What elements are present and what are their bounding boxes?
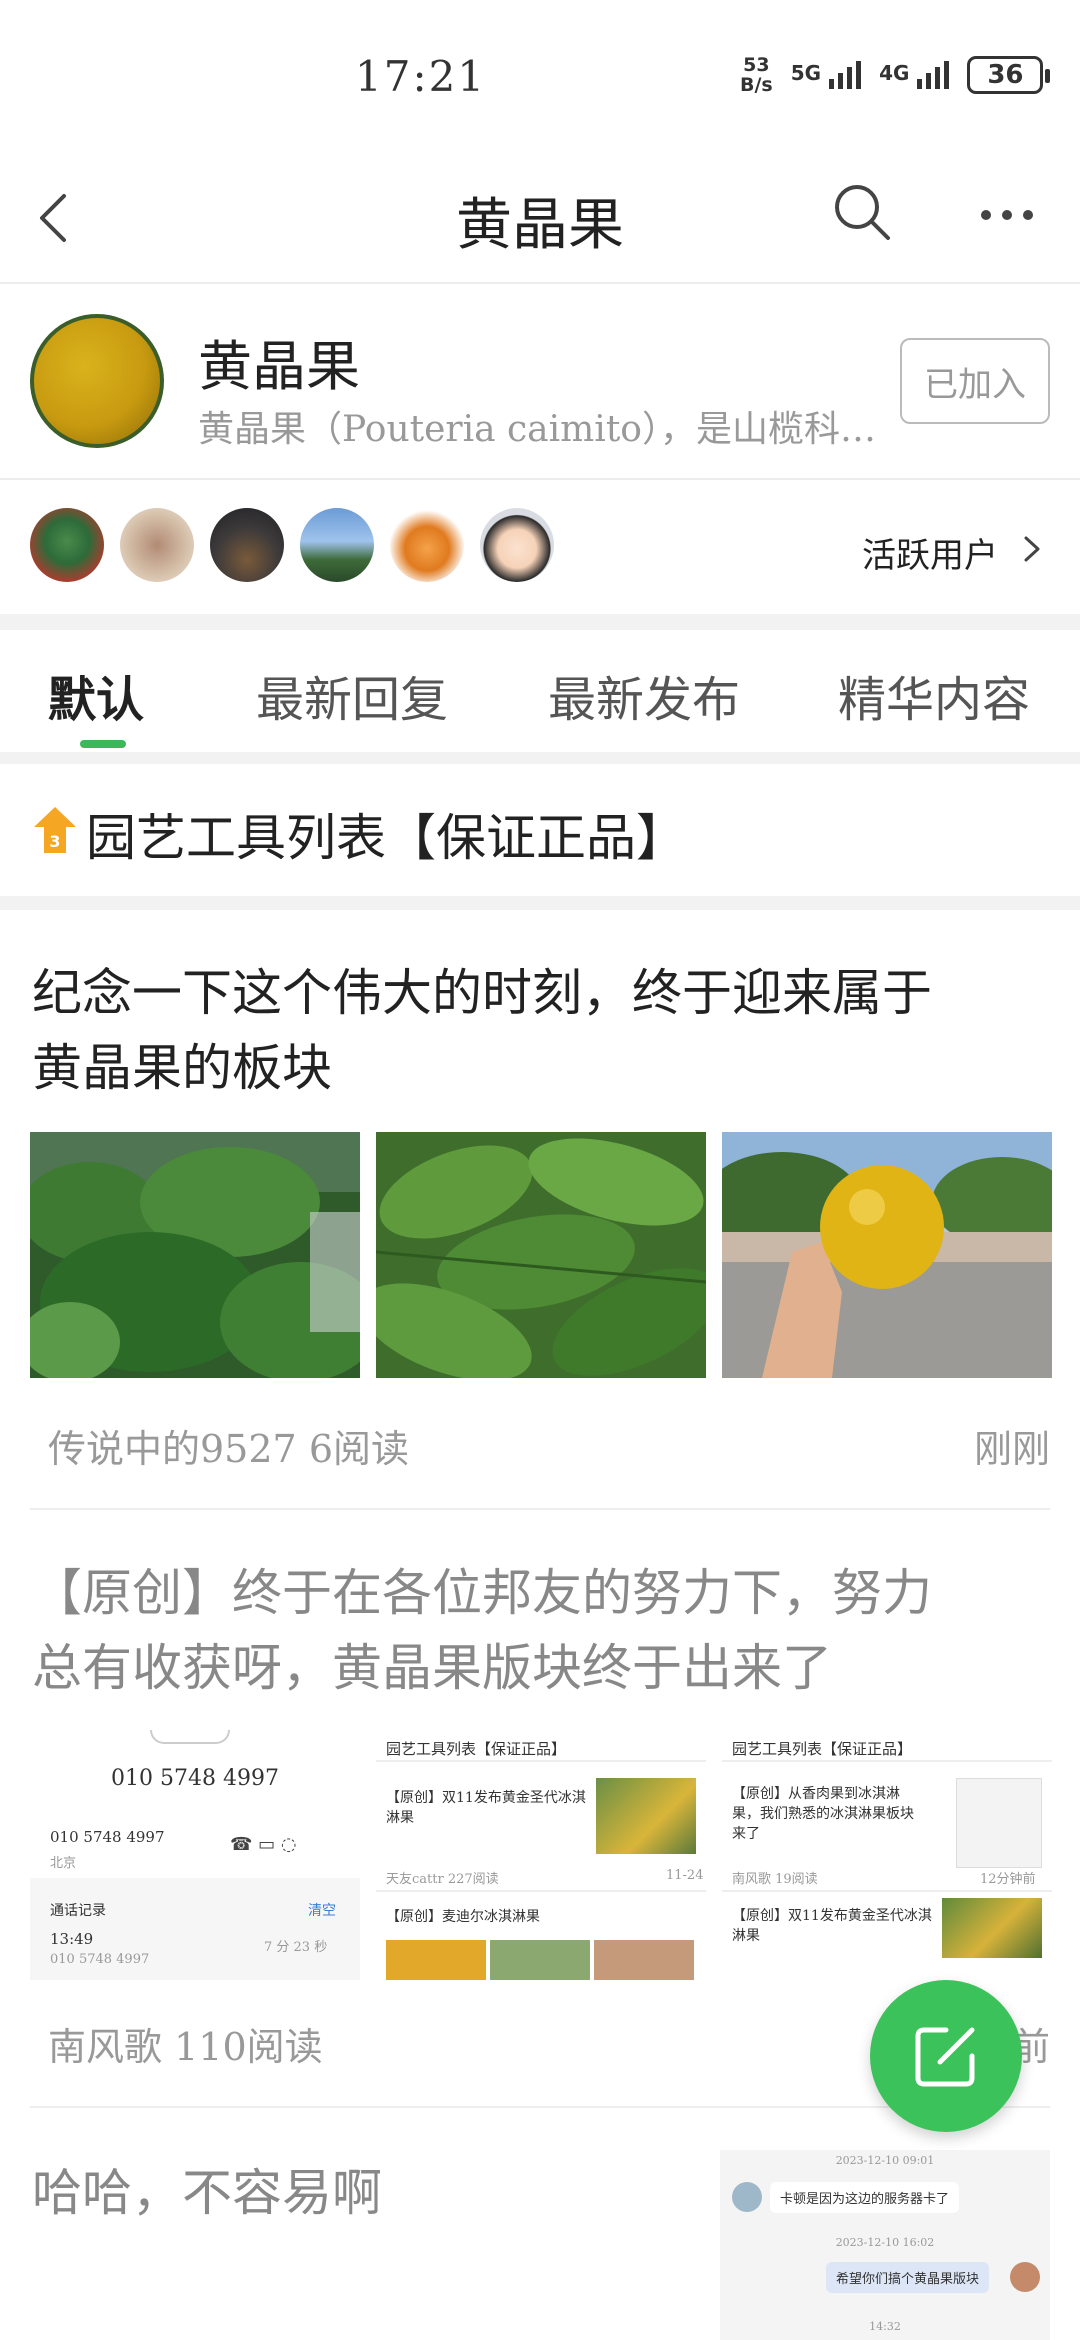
- shot-message: 希望你们搞个黄晶果版块: [826, 2262, 990, 2293]
- shot-item: 【原创】双11发布黄金圣代冰淇淋果: [386, 1790, 586, 1826]
- shot-item: 【原创】从香肉果到冰淇淋果，我们熟悉的冰淇淋果板块来了: [732, 1786, 914, 1842]
- shot-item: 【原创】双11发布黄金圣代冰淇淋果: [732, 1908, 932, 1944]
- post-time: 刚刚: [973, 1427, 1050, 1471]
- battery-level: 36: [987, 60, 1024, 90]
- post-image[interactable]: [376, 1132, 706, 1378]
- post-image[interactable]: 2023-12-10 09:01 卡顿是因为这边的服务器卡了 2023-12-1…: [720, 2150, 1050, 2340]
- network-speed: 53 B/s: [740, 55, 773, 95]
- tab-latest-post[interactable]: 最新发布: [548, 660, 740, 730]
- signal-5g-label: 5G: [790, 61, 822, 85]
- compose-button[interactable]: [870, 1980, 1022, 2132]
- post-image[interactable]: 园艺工具列表【保证正品】 【原创】从香肉果到冰淇淋果，我们熟悉的冰淇淋果板块来了…: [722, 1730, 1052, 1980]
- shot-number-small: 010 5748 4997: [50, 1828, 165, 1846]
- active-users-label[interactable]: 活跃用户: [862, 528, 998, 577]
- chevron-left-icon[interactable]: [28, 188, 88, 248]
- avatar[interactable]: [30, 508, 104, 582]
- post-title-line: 总有收获呀，黄晶果版块终于出来了: [32, 1639, 832, 1697]
- pinned-badge-icon: 3: [34, 807, 76, 853]
- tab-default[interactable]: 默认: [48, 660, 144, 730]
- status-bar: 17:21 53 B/s 5G 4G 36: [0, 0, 1080, 150]
- post-title-line: 【原创】终于在各位邦友的努力下，努力: [32, 1564, 932, 1622]
- post-title-line: 黄晶果的板块: [32, 1039, 332, 1097]
- shot-time: 12分钟前: [980, 1872, 1036, 1887]
- divider: [30, 1508, 1050, 1510]
- tab-active-indicator: [80, 740, 126, 748]
- divider: [0, 282, 1080, 284]
- shot-meta: 天友cattr 227阅读: [386, 1872, 499, 1887]
- pinned-post-title[interactable]: 园艺工具列表【保证正品】: [86, 798, 686, 870]
- avatar[interactable]: [390, 508, 464, 582]
- post-title-line: 纪念一下这个伟大的时刻，终于迎来属于: [32, 964, 932, 1022]
- shot-header: 园艺工具列表【保证正品】: [386, 1740, 567, 1758]
- shot-date: 2023-12-10 16:02: [835, 2236, 935, 2249]
- shot-call-time: 13:49: [50, 1930, 94, 1948]
- compose-icon: [915, 2027, 975, 2087]
- post-image-row: 010 5748 4997 010 5748 4997 北京 ☎ ▭ ◌ 通话记…: [30, 1730, 1052, 1980]
- section-separator: [0, 752, 1080, 764]
- shot-call-log: 通话记录: [50, 1903, 106, 1919]
- signal-4g-icon: 4G: [879, 61, 950, 89]
- tab-latest-reply[interactable]: 最新回复: [256, 660, 448, 730]
- forum-name: 黄晶果: [198, 335, 360, 398]
- page-title: 黄晶果: [456, 193, 624, 258]
- shot-clear: 清空: [308, 1903, 336, 1919]
- tab-featured[interactable]: 精华内容: [838, 660, 1030, 730]
- phone-icon: ☎ ▭ ◌: [230, 1834, 297, 1855]
- shot-meta: 南风歌 19阅读: [732, 1872, 818, 1887]
- avatar[interactable]: [300, 508, 374, 582]
- divider: [0, 478, 1080, 480]
- shot-number: 010 5748 4997: [111, 1766, 279, 1791]
- section-separator: [0, 896, 1080, 910]
- post-reads: 110阅读: [174, 2025, 323, 2069]
- forum-avatar[interactable]: [30, 314, 164, 448]
- shot-date: 14:32: [869, 2320, 901, 2333]
- avatar[interactable]: [210, 508, 284, 582]
- forum-description: 黄晶果（Pouteria caimito），是山榄科桃榄属植物: [198, 409, 878, 450]
- post-reads: 6阅读: [308, 1427, 409, 1471]
- signal-5g-icon: 5G: [790, 61, 862, 89]
- chevron-right-icon[interactable]: [1020, 532, 1046, 566]
- post-author[interactable]: 南风歌: [48, 2025, 162, 2069]
- shot-header: 园艺工具列表【保证正品】: [732, 1740, 913, 1758]
- active-users-list[interactable]: [30, 508, 554, 582]
- status-time: 17:21: [355, 52, 487, 101]
- battery-icon: 36: [967, 56, 1051, 94]
- nav-bar: 黄晶果: [0, 160, 1080, 280]
- avatar[interactable]: [120, 508, 194, 582]
- shot-time: 11-24: [666, 1868, 704, 1883]
- search-icon[interactable]: [830, 180, 894, 244]
- avatar[interactable]: [480, 508, 554, 582]
- post-image[interactable]: 010 5748 4997 010 5748 4997 北京 ☎ ▭ ◌ 通话记…: [30, 1730, 360, 1980]
- section-separator: [0, 614, 1080, 630]
- shot-item: 【原创】麦迪尔冰淇淋果: [386, 1909, 540, 1925]
- shot-duration: 7 分 23 秒: [264, 1940, 328, 1955]
- shot-location: 北京: [50, 1856, 77, 1871]
- shot-call-number: 010 5748 4997: [50, 1952, 150, 1967]
- shot-message: 卡顿是因为这边的服务器卡了: [770, 2182, 960, 2213]
- post-image-row: [30, 1132, 1052, 1378]
- net-speed-value: 53: [743, 54, 770, 76]
- post-title[interactable]: 【原创】终于在各位邦友的努力下，努力 总有收获呀，黄晶果版块终于出来了: [32, 1556, 1042, 1706]
- joined-button[interactable]: 已加入: [900, 338, 1050, 424]
- post-image[interactable]: [30, 1132, 360, 1378]
- post-title[interactable]: 纪念一下这个伟大的时刻，终于迎来属于 黄晶果的板块: [32, 956, 1042, 1106]
- post-image[interactable]: [722, 1132, 1052, 1378]
- shot-date: 2023-12-10 09:01: [835, 2154, 935, 2167]
- post-meta: 南风歌 110阅读: [48, 2016, 323, 2071]
- signal-4g-label: 4G: [879, 61, 910, 85]
- more-dots-icon[interactable]: [978, 205, 1036, 225]
- net-speed-unit: B/s: [740, 74, 773, 96]
- tab-bar: 默认 最新回复 最新发布 精华内容: [0, 630, 1080, 750]
- status-icons: 53 B/s 5G 4G 36: [740, 55, 1051, 95]
- svg-text:3: 3: [49, 832, 60, 851]
- post-author[interactable]: 传说中的9527: [48, 1427, 297, 1471]
- post-image[interactable]: 园艺工具列表【保证正品】 【原创】双11发布黄金圣代冰淇淋果 天友cattr 2…: [376, 1730, 706, 1980]
- post-meta: 传说中的9527 6阅读: [48, 1418, 409, 1473]
